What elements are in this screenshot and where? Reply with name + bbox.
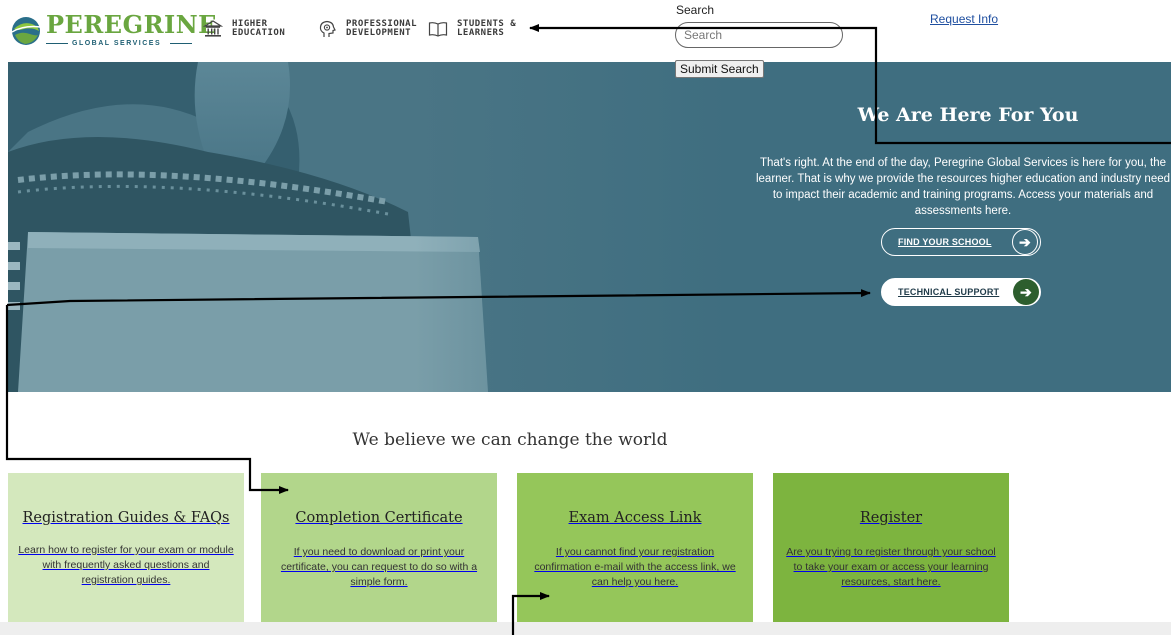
card-description: Are you trying to register through your … [786,546,996,588]
card-title: Completion Certificate [295,510,463,526]
logo-tagline: GLOBAL SERVICES [72,40,162,47]
card-exam-access-link[interactable]: Exam Access Link If you cannot find your… [517,473,753,623]
card-registration-guides[interactable]: Registration Guides & FAQs Learn how to … [8,473,244,623]
arrow-right-icon: ➔ [1012,229,1038,255]
card-description: If you need to download or print your ce… [280,546,478,588]
open-book-icon [428,22,448,37]
nav-students-learners-label: STUDENTS & LEARNERS [457,19,517,38]
card-title: Registration Guides & FAQs [22,510,230,526]
request-info-link[interactable]: Request Info [930,12,998,26]
card-title: Exam Access Link [568,510,702,526]
peregrine-logo[interactable]: PEREGRINE GLOBAL SERVICES [10,12,216,48]
card-completion-certificate[interactable]: Completion Certificate If you need to do… [261,473,497,623]
hero-banner: We Are Here For You That's right. At the… [8,62,1171,392]
section-tagline: We believe we can change the world [352,430,668,450]
building-columns-icon [203,20,223,37]
hero-title: We Are Here For You [857,104,1079,126]
find-your-school-button[interactable]: FIND YOUR SCHOOL ➔ [881,228,1041,256]
submit-search-button[interactable]: Submit Search [675,60,764,78]
nav-higher-education-label: HIGHER EDUCATION [232,19,286,38]
hero-title-underline [950,142,984,144]
search-label: Search [676,3,715,17]
nav-students-learners[interactable]: STUDENTS & LEARNERS [428,16,516,42]
technical-support-label: TECHNICAL SUPPORT [898,287,1000,297]
technical-support-button[interactable]: TECHNICAL SUPPORT ➔ [881,278,1041,306]
card-title: Register [859,510,923,526]
logo-wordmark: PEREGRINE [46,10,217,39]
card-register[interactable]: Register Are you trying to register thro… [773,473,1009,623]
nav-professional-development[interactable]: PROFESSIONAL DEVELOPMENT [317,16,417,42]
globe-logo-icon [11,17,41,45]
nav-higher-education[interactable]: HIGHER EDUCATION [203,16,285,42]
find-your-school-label: FIND YOUR SCHOOL [898,237,992,247]
hero-description: That's right. At the end of the day, Per… [755,157,1171,217]
card-description: If you cannot find your registration con… [534,546,736,588]
arrow-right-icon: ➔ [1013,279,1039,305]
card-description: Learn how to register for your exam or m… [18,544,234,586]
footer-strip [0,622,1171,635]
site-header: PEREGRINE GLOBAL SERVICES HIGHER EDUCATI… [0,0,1171,62]
nav-professional-development-label: PROFESSIONAL DEVELOPMENT [346,19,418,38]
search-input[interactable] [675,22,843,48]
logo-subtitle: GLOBAL SERVICES [46,39,196,49]
head-gear-icon [319,20,336,37]
